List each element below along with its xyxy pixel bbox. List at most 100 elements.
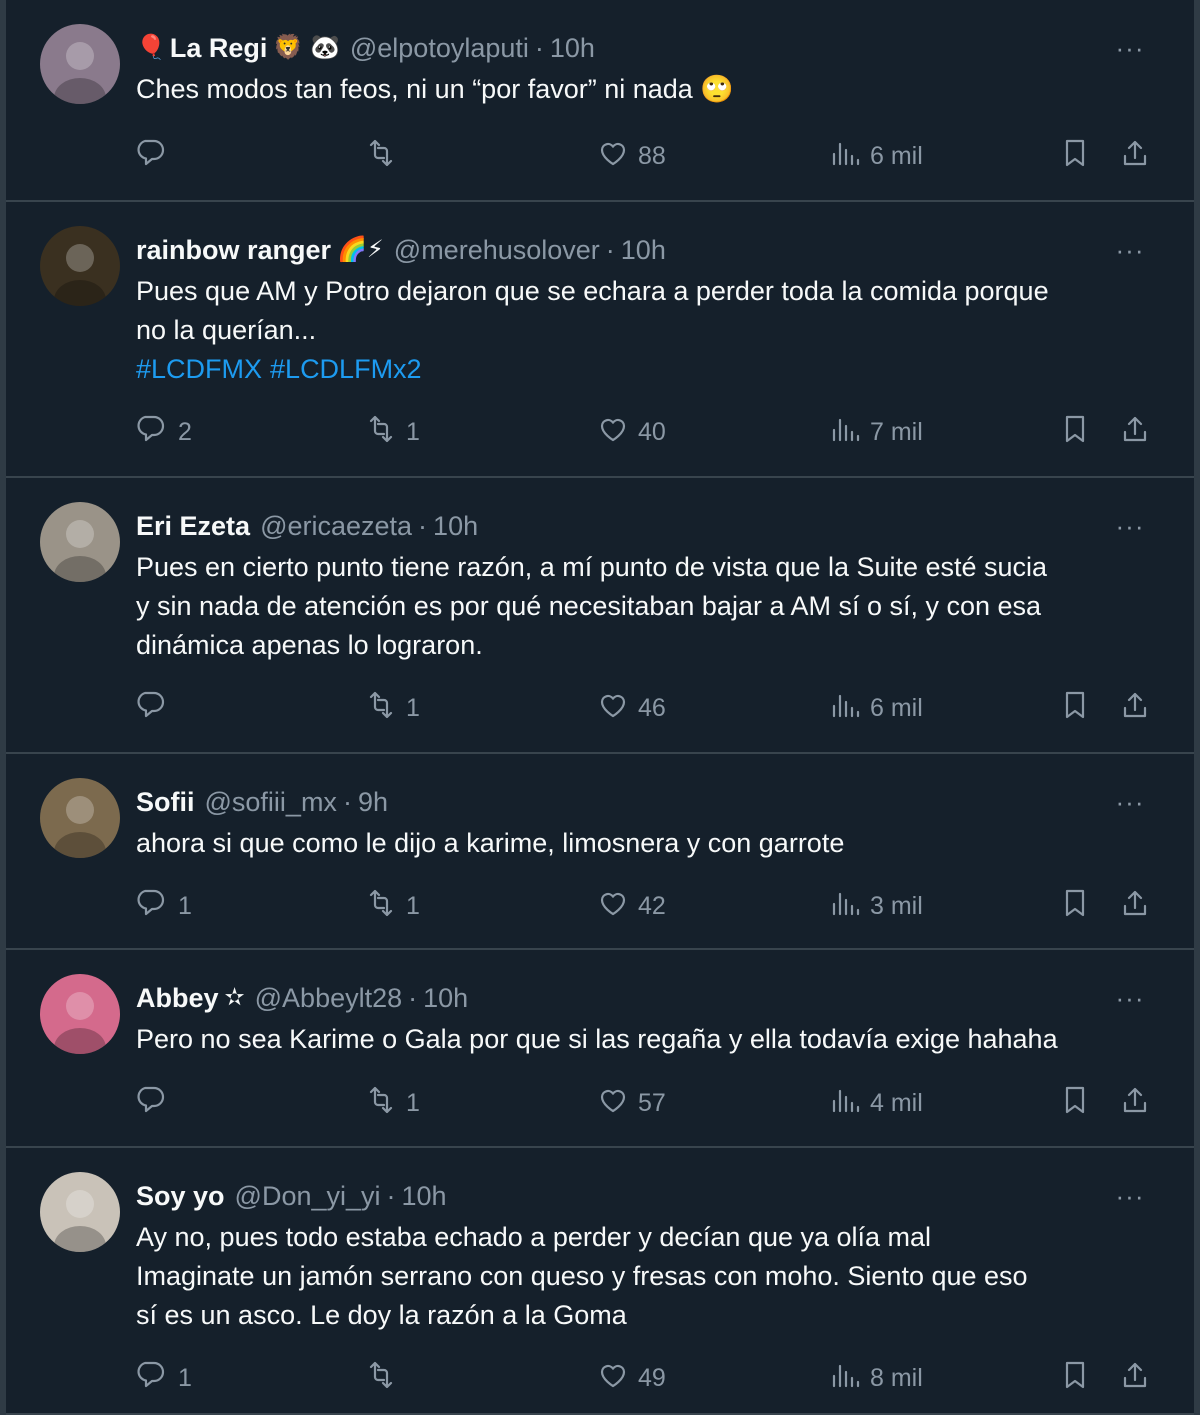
- bookmark-button[interactable]: [1058, 886, 1092, 926]
- bookmark-icon: [1058, 1083, 1092, 1124]
- share-button[interactable]: [1118, 412, 1152, 452]
- share-button[interactable]: [1118, 1083, 1152, 1123]
- user-handle[interactable]: @sofiii_mx: [205, 782, 337, 822]
- hashtag-link[interactable]: #LCDFMX: [136, 354, 262, 384]
- avatar[interactable]: [40, 226, 120, 306]
- tweet[interactable]: Eri Ezeta @ericaezeta · 10h ··· Pues en ciert…: [6, 478, 1194, 754]
- likes-count: 46: [638, 693, 666, 722]
- views-count: 3 mil: [870, 891, 923, 920]
- more-options-icon[interactable]: ···: [1110, 230, 1150, 270]
- tweet[interactable]: 🎈 La Regi 🦁 🐼 @elpotoylaputi · 10h ··· Ches mod…: [6, 0, 1194, 202]
- hashtag-link[interactable]: #LCDLFMx2: [270, 354, 422, 384]
- bookmark-icon: [1058, 886, 1092, 927]
- views-button[interactable]: 6 mil: [828, 688, 923, 728]
- avatar[interactable]: [40, 778, 120, 858]
- retweet-button[interactable]: [364, 1358, 406, 1398]
- share-button[interactable]: [1118, 136, 1152, 176]
- share-icon: [1118, 136, 1152, 177]
- bookmark-button[interactable]: [1058, 136, 1092, 176]
- more-options-icon[interactable]: ···: [1110, 28, 1150, 68]
- tweet-actions: 1 1 42 3 mil: [136, 886, 1150, 926]
- timestamp[interactable]: 10h: [433, 506, 478, 546]
- replies-count: 1: [178, 1363, 192, 1392]
- views-button[interactable]: 7 mil: [828, 412, 923, 452]
- avatar[interactable]: [40, 24, 120, 104]
- timestamp[interactable]: 10h: [621, 230, 666, 270]
- retweet-button[interactable]: 1: [364, 688, 420, 728]
- views-button[interactable]: 6 mil: [828, 136, 923, 176]
- heart-icon: [596, 1083, 630, 1124]
- timestamp[interactable]: 10h: [423, 978, 468, 1018]
- reply-icon: [136, 136, 170, 177]
- like-button[interactable]: 57: [596, 1083, 666, 1123]
- display-name[interactable]: Abbey: [136, 978, 219, 1018]
- share-button[interactable]: [1118, 688, 1152, 728]
- more-options-icon[interactable]: ···: [1110, 782, 1150, 822]
- reply-button[interactable]: [136, 1083, 178, 1123]
- reply-button[interactable]: 1: [136, 886, 192, 926]
- retweets-count: 1: [406, 417, 420, 446]
- timestamp[interactable]: 10h: [402, 1176, 447, 1216]
- bookmark-button[interactable]: [1058, 1083, 1092, 1123]
- display-name[interactable]: Sofii: [136, 782, 195, 822]
- separator: ·: [342, 787, 352, 817]
- bookmark-button[interactable]: [1058, 412, 1092, 452]
- retweet-icon: [364, 1083, 398, 1124]
- likes-count: 40: [638, 417, 666, 446]
- share-button[interactable]: [1118, 1358, 1152, 1398]
- user-handle[interactable]: @elpotoylaputi: [350, 28, 529, 68]
- retweet-button[interactable]: [364, 136, 406, 176]
- like-button[interactable]: 40: [596, 412, 666, 452]
- avatar[interactable]: [40, 502, 120, 582]
- tweet-header: rainbow ranger 🌈⚡ @merehusolover · 10h: [136, 230, 1150, 270]
- user-handle[interactable]: @Abbeylt28: [255, 978, 403, 1018]
- more-options-icon[interactable]: ···: [1110, 506, 1150, 546]
- reply-button[interactable]: 1: [136, 1358, 192, 1398]
- tweet[interactable]: Abbey ✫ @Abbeylt28 · 10h ··· Pero no sea Karim…: [6, 950, 1194, 1148]
- separator: ·: [418, 511, 428, 541]
- retweet-button[interactable]: 1: [364, 886, 420, 926]
- like-button[interactable]: 49: [596, 1358, 666, 1398]
- avatar[interactable]: [40, 974, 120, 1054]
- tweet[interactable]: Soy yo @Don_yi_yi · 10h ··· Ay no, pues todo …: [6, 1148, 1194, 1415]
- bar-chart-icon: [828, 1358, 862, 1399]
- views-count: 6 mil: [870, 693, 923, 722]
- user-handle[interactable]: @merehusolover: [394, 230, 600, 270]
- tweet-header: 🎈 La Regi 🦁 🐼 @elpotoylaputi · 10h: [136, 28, 1150, 68]
- reply-button[interactable]: [136, 136, 178, 176]
- name-emoji: 🦁 🐼: [273, 34, 340, 61]
- user-handle[interactable]: @ericaezeta: [260, 506, 412, 546]
- display-name[interactable]: Soy yo: [136, 1176, 225, 1216]
- more-options-icon[interactable]: ···: [1110, 1176, 1150, 1216]
- retweets-count: 1: [406, 891, 420, 920]
- bookmark-icon: [1058, 1358, 1092, 1399]
- reply-button[interactable]: 2: [136, 412, 192, 452]
- tweet[interactable]: rainbow ranger 🌈⚡ @merehusolover · 10h ··· Pue…: [6, 202, 1194, 478]
- retweet-button[interactable]: 1: [364, 1083, 420, 1123]
- views-button[interactable]: 8 mil: [828, 1358, 923, 1398]
- more-options-icon[interactable]: ···: [1110, 978, 1150, 1018]
- display-name[interactable]: rainbow ranger: [136, 230, 331, 270]
- user-handle[interactable]: @Don_yi_yi: [235, 1176, 381, 1216]
- views-button[interactable]: 4 mil: [828, 1083, 923, 1123]
- bookmark-icon: [1058, 412, 1092, 453]
- bookmark-button[interactable]: [1058, 1358, 1092, 1398]
- share-button[interactable]: [1118, 886, 1152, 926]
- replies-count: 1: [178, 891, 192, 920]
- views-count: 4 mil: [870, 1088, 923, 1117]
- avatar[interactable]: [40, 1172, 120, 1252]
- heart-icon: [596, 136, 630, 177]
- like-button[interactable]: 88: [596, 136, 666, 176]
- reply-icon: [136, 886, 170, 927]
- reply-button[interactable]: [136, 688, 178, 728]
- retweet-button[interactable]: 1: [364, 412, 420, 452]
- display-name[interactable]: Eri Ezeta: [136, 506, 250, 546]
- views-button[interactable]: 3 mil: [828, 886, 923, 926]
- display-name[interactable]: La Regi: [170, 28, 268, 68]
- timestamp[interactable]: 9h: [358, 782, 388, 822]
- like-button[interactable]: 46: [596, 688, 666, 728]
- like-button[interactable]: 42: [596, 886, 666, 926]
- bookmark-button[interactable]: [1058, 688, 1092, 728]
- tweet[interactable]: Sofii @sofiii_mx · 9h ··· ahora si que como l…: [6, 754, 1194, 950]
- timestamp[interactable]: 10h: [550, 28, 595, 68]
